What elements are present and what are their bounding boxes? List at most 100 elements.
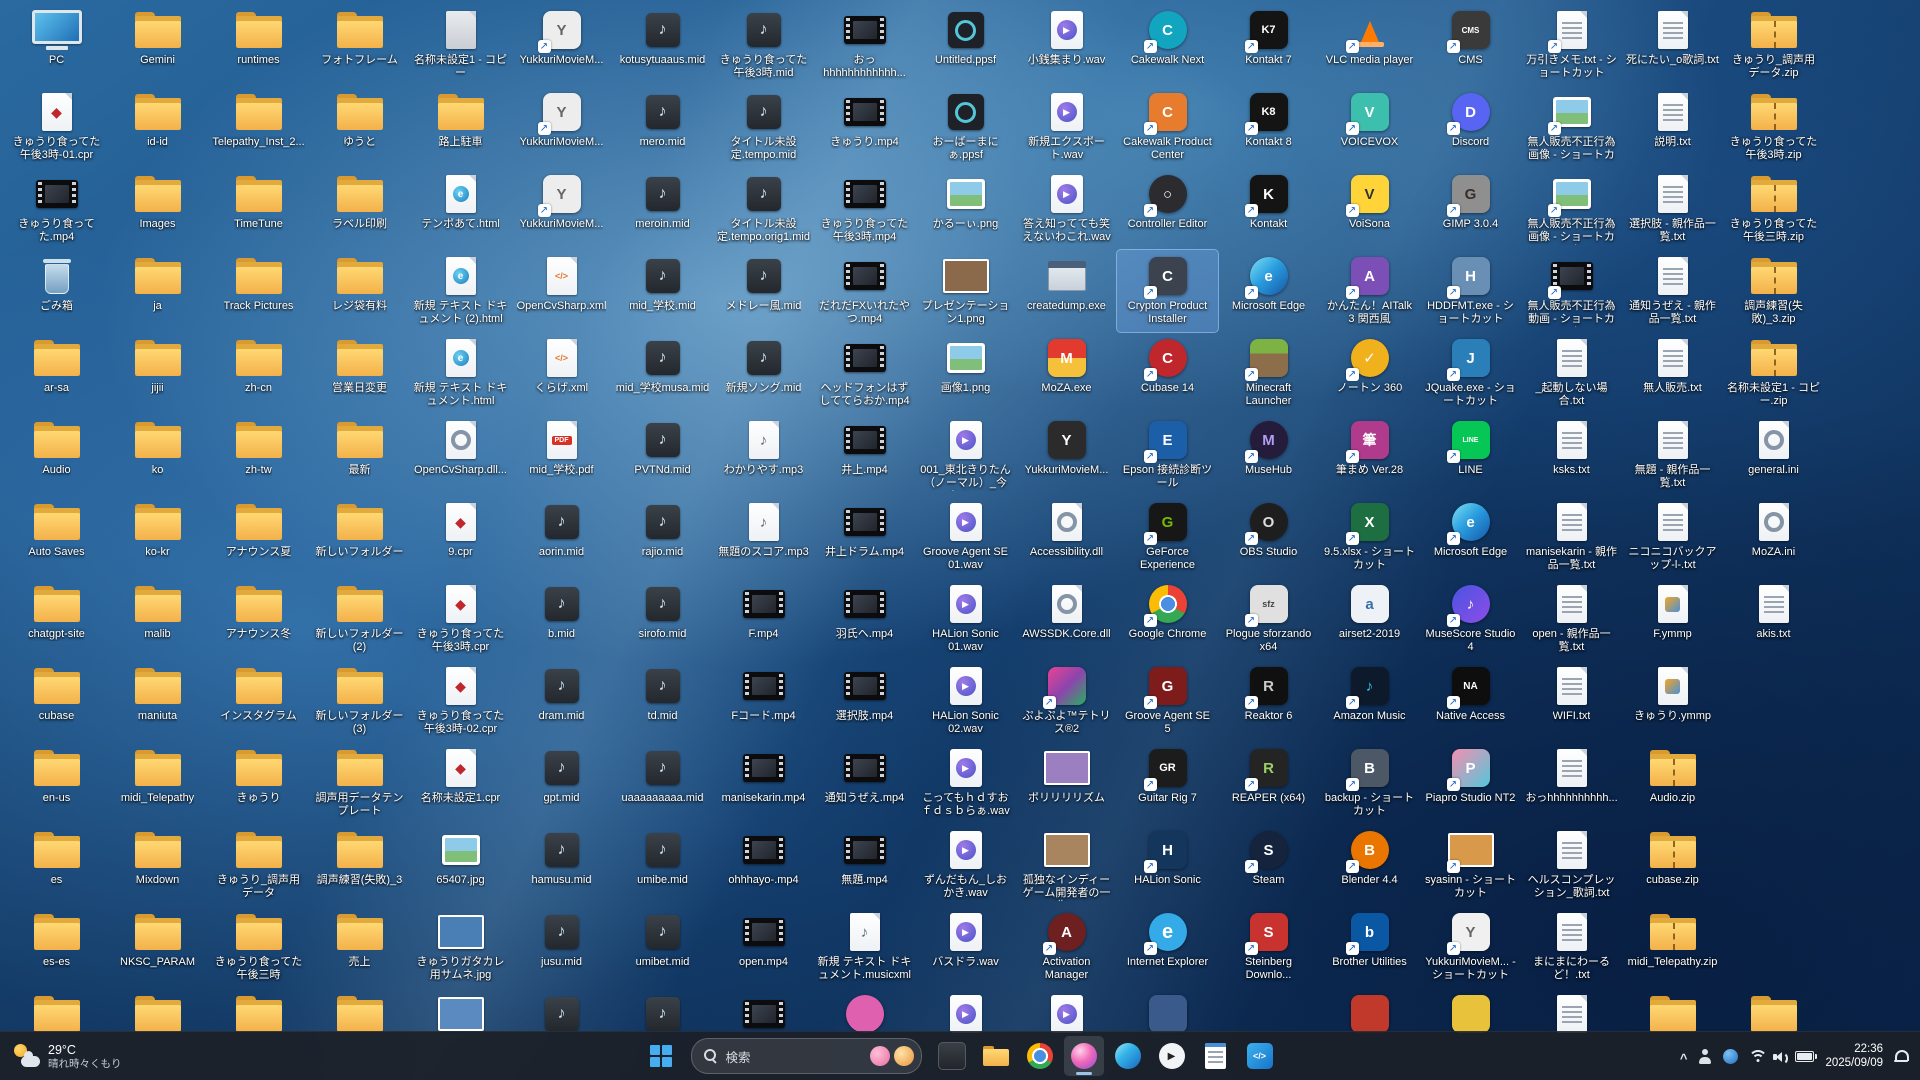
desktop-icon[interactable]: ↗無人販売不正行為画像 - ショートカット <box>1521 168 1622 250</box>
desktop-icon[interactable]: 65407.jpg <box>410 824 511 906</box>
desktop-icon[interactable]: id-id <box>107 86 208 168</box>
desktop-icon[interactable]: H ↗ HDDFMT.exe - ショートカット <box>1420 250 1521 332</box>
desktop-icon[interactable]: ◆ 名称未設定1.cpr <box>410 742 511 824</box>
desktop-icon[interactable]: H ↗ HALion Sonic <box>1117 824 1218 906</box>
desktop-icon[interactable]: ▶ 小銭集まり.wav <box>1016 4 1117 86</box>
desktop-icon[interactable]: ♪ b.mid <box>511 578 612 660</box>
clock[interactable]: 22:36 2025/09/09 <box>1825 1042 1883 1070</box>
desktop-icon[interactable]: きゅうり.mp4 <box>814 86 915 168</box>
desktop-icon[interactable]: manisekarin - 親作品一覧.txt <box>1521 496 1622 578</box>
desktop-icon[interactable]: ♪ タイトル未設定.tempo.orig1.mid <box>713 168 814 250</box>
desktop-icon[interactable]: 調声用データテンプレート <box>309 742 410 824</box>
desktop-icon[interactable]: きゅうり <box>208 742 309 824</box>
desktop-icon[interactable]: Mixdown <box>107 824 208 906</box>
desktop-icon[interactable]: ♪ jusu.mid <box>511 906 612 988</box>
desktop-icon[interactable]: Y ↗ YukkuriMovieM... - ショートカット <box>1420 906 1521 988</box>
desktop-icon[interactable]: </> くらげ.xml <box>511 332 612 414</box>
desktop-icon[interactable]: ar-sa <box>6 332 107 414</box>
desktop-icon[interactable]: E ↗ Epson 接続診断ツール <box>1117 414 1218 496</box>
desktop-icon[interactable]: GR ↗ Guitar Rig 7 <box>1117 742 1218 824</box>
desktop-icon[interactable]: きゅうり食ってた午後三時.zip <box>1723 168 1824 250</box>
desktop-icon[interactable]: 新しいフォルダー <box>309 496 410 578</box>
desktop-icon[interactable]: ♪ hamusu.mid <box>511 824 612 906</box>
desktop-icon[interactable]: 名称未設定1 - コピー <box>410 4 511 86</box>
desktop-icon[interactable]: e 新規 テキスト ドキュメント.html <box>410 332 511 414</box>
desktop-icon[interactable]: Fコード.mp4 <box>713 660 814 742</box>
desktop-icon[interactable]: 営業日変更 <box>309 332 410 414</box>
start-button[interactable] <box>641 1036 681 1076</box>
desktop-icon[interactable]: ksks.txt <box>1521 414 1622 496</box>
taskbar-app-pinned-app-1[interactable] <box>932 1036 972 1076</box>
desktop-icon[interactable]: プレゼンテーション1.png <box>915 250 1016 332</box>
taskbar-app-google-chrome[interactable] <box>1020 1036 1060 1076</box>
desktop-icon[interactable]: M MoZA.exe <box>1016 332 1117 414</box>
taskbar-app-notepad[interactable] <box>1196 1036 1236 1076</box>
desktop-icon[interactable]: ♪ 新規 テキスト ドキュメント.musicxml <box>814 906 915 988</box>
desktop-icon[interactable]: a airset2-2019 <box>1319 578 1420 660</box>
desktop-icon[interactable]: ♪ gpt.mid <box>511 742 612 824</box>
desktop-icon[interactable]: AWSSDK.Core.dll <box>1016 578 1117 660</box>
desktop-icon[interactable]: NA ↗ Native Access <box>1420 660 1521 742</box>
desktop-icon[interactable]: かるーぃ.png <box>915 168 1016 250</box>
desktop-icon[interactable]: chatgpt-site <box>6 578 107 660</box>
desktop-icon[interactable]: 名称未設定1 - コピー.zip <box>1723 332 1824 414</box>
desktop-icon[interactable]: ♪ わかりやす.mp3 <box>713 414 814 496</box>
desktop-icon[interactable]: sfz ↗ Plogue sforzando x64 <box>1218 578 1319 660</box>
desktop-icon[interactable]: 路上駐車 <box>410 86 511 168</box>
desktop-icon[interactable]: ♪ mid_学校.mid <box>612 250 713 332</box>
desktop-icon[interactable]: R ↗ REAPER (x64) <box>1218 742 1319 824</box>
desktop-icon[interactable]: akis.txt <box>1723 578 1824 660</box>
desktop-icon[interactable]: midi_Telepathy <box>107 742 208 824</box>
desktop-icon[interactable]: Y ↗ YukkuriMovieM... <box>511 168 612 250</box>
desktop-icon[interactable]: レジ袋有料 <box>309 250 410 332</box>
desktop-icon[interactable]: ♪ mid_学校musa.mid <box>612 332 713 414</box>
desktop-icon[interactable]: ▶ バスドラ.wav <box>915 906 1016 988</box>
tray-app-icon[interactable] <box>1723 1048 1739 1064</box>
desktop-icon[interactable]: ♪ umibet.mid <box>612 906 713 988</box>
desktop-icon[interactable]: maniuta <box>107 660 208 742</box>
desktop-icon[interactable]: e ↗ Internet Explorer <box>1117 906 1218 988</box>
desktop-icon[interactable]: ▶ HALion Sonic 01.wav <box>915 578 1016 660</box>
desktop-icon[interactable]: ♪ uaaaaaaaaa.mid <box>612 742 713 824</box>
desktop-icon[interactable]: ○ ↗ Controller Editor <box>1117 168 1218 250</box>
desktop-icon[interactable]: K7 ↗ Kontakt 7 <box>1218 4 1319 86</box>
search-highlight-icon[interactable] <box>869 1046 890 1066</box>
desktop-icon[interactable]: O ↗ OBS Studio <box>1218 496 1319 578</box>
desktop-icon[interactable]: CMS ↗ CMS <box>1420 4 1521 86</box>
taskbar-app-audio-app[interactable] <box>1063 1036 1104 1076</box>
desktop-icon[interactable]: C ↗ Cubase 14 <box>1117 332 1218 414</box>
desktop-icon[interactable]: 新しいフォルダー (2) <box>309 578 410 660</box>
desktop-icon[interactable]: ja <box>107 250 208 332</box>
desktop-icon[interactable]: zh-cn <box>208 332 309 414</box>
desktop-icon[interactable]: e ↗ Microsoft Edge <box>1218 250 1319 332</box>
desktop-icon[interactable]: アナウンス夏 <box>208 496 309 578</box>
desktop-icon[interactable]: b ↗ Brother Utilities <box>1319 906 1420 988</box>
weather-widget[interactable]: 29°C 晴れ時々くもり <box>4 1032 132 1080</box>
desktop-icon[interactable]: 孤独なインディーゲーム開発者の一生... <box>1016 824 1117 906</box>
desktop-icon[interactable]: ♪ sirofo.mid <box>612 578 713 660</box>
desktop-icon[interactable]: ラベル印刷 <box>309 168 410 250</box>
desktop-icon[interactable]: open - 親作品一覧.txt <box>1521 578 1622 660</box>
desktop-icon[interactable]: ◆ きゅうり食ってた午後3時-02.cpr <box>410 660 511 742</box>
desktop-icon[interactable]: runtimes <box>208 4 309 86</box>
desktop-icon[interactable]: ポリリリリズム <box>1016 742 1117 824</box>
search-box[interactable]: 検索 <box>690 1038 922 1074</box>
desktop-icon[interactable]: cubase.zip <box>1622 824 1723 906</box>
desktop-icon[interactable]: 無題 - 親作品一覧.txt <box>1622 414 1723 496</box>
desktop-icon[interactable]: _起動しない場合.txt <box>1521 332 1622 414</box>
desktop-icon[interactable]: ♪ タイトル未設定.tempo.mid <box>713 86 814 168</box>
search-highlight-icon[interactable] <box>893 1046 914 1066</box>
desktop-icon[interactable]: PDF mid_学校.pdf <box>511 414 612 496</box>
desktop-icon[interactable]: NKSC_PARAM <box>107 906 208 988</box>
desktop-icon[interactable]: ♪ rajio.mid <box>612 496 713 578</box>
desktop-icon[interactable]: open.mp4 <box>713 906 814 988</box>
desktop-icon[interactable]: 井上ドラム.mp4 <box>814 496 915 578</box>
desktop-icon[interactable]: ニコニコバックアップ-l-.txt <box>1622 496 1723 578</box>
desktop-icon[interactable]: きゅうり食ってた午後3時.mp4 <box>814 168 915 250</box>
desktop-icon[interactable]: ♪ td.mid <box>612 660 713 742</box>
desktop-icon[interactable]: ♪ 新規ソング.mid <box>713 332 814 414</box>
desktop-icon[interactable]: 無人販売.txt <box>1622 332 1723 414</box>
tray-user-icon[interactable] <box>1698 1048 1712 1064</box>
desktop-icon[interactable]: 調声練習(失敗)_3.zip <box>1723 250 1824 332</box>
desktop-icon[interactable]: Y YukkuriMovieM... <box>1016 414 1117 496</box>
